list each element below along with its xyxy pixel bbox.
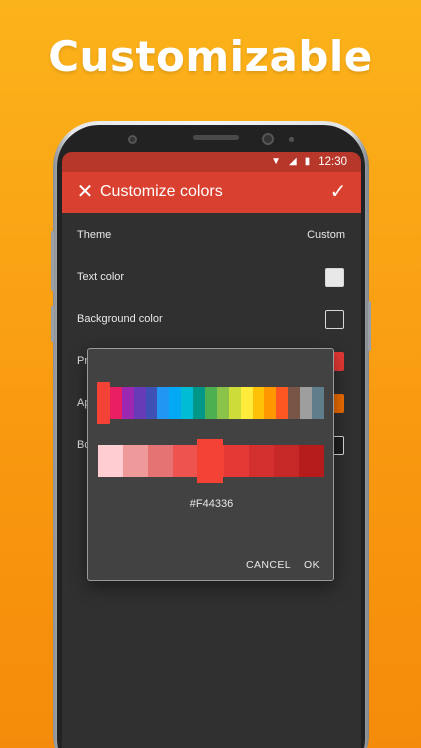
shade-swatch[interactable] bbox=[123, 445, 149, 477]
setting-label: Text color bbox=[77, 271, 125, 283]
sensor bbox=[289, 137, 294, 142]
setting-background-color[interactable]: Background color bbox=[62, 299, 361, 341]
check-icon[interactable]: ✓ bbox=[327, 180, 349, 204]
hue-swatch[interactable] bbox=[133, 387, 146, 419]
shade-swatch[interactable] bbox=[273, 445, 299, 477]
status-time: 12:30 bbox=[318, 156, 347, 168]
setting-text-color[interactable]: Text color bbox=[62, 257, 361, 299]
phone-side-button bbox=[51, 231, 54, 291]
hue-swatch[interactable] bbox=[169, 387, 182, 419]
color-swatch[interactable] bbox=[325, 268, 344, 287]
hue-swatch[interactable] bbox=[181, 387, 194, 419]
setting-label: Theme bbox=[77, 229, 112, 241]
shade-swatch[interactable] bbox=[298, 445, 324, 477]
hue-swatch[interactable] bbox=[252, 387, 265, 419]
front-camera bbox=[128, 135, 137, 144]
close-icon[interactable]: ✕ bbox=[74, 181, 96, 203]
ok-button[interactable]: OK bbox=[304, 559, 320, 571]
hue-swatch[interactable] bbox=[264, 387, 277, 419]
color-picker-dialog: #F44336 CANCEL OK bbox=[87, 348, 334, 581]
hue-swatch[interactable] bbox=[109, 387, 122, 419]
wifi-icon: ▼ bbox=[271, 156, 281, 167]
hue-palette[interactable] bbox=[98, 387, 324, 419]
hue-swatch[interactable] bbox=[205, 387, 217, 419]
hue-swatch[interactable] bbox=[240, 387, 253, 419]
hue-swatch[interactable] bbox=[228, 387, 241, 419]
hue-selector[interactable] bbox=[97, 382, 110, 424]
shade-swatch[interactable] bbox=[98, 445, 124, 477]
hue-swatch[interactable] bbox=[157, 387, 170, 419]
hue-swatch[interactable] bbox=[121, 387, 134, 419]
status-bar: ▼ ◢ ▮ 12:30 bbox=[62, 152, 361, 172]
front-camera bbox=[262, 133, 274, 145]
speaker-grille bbox=[193, 135, 239, 140]
hue-swatch[interactable] bbox=[276, 387, 289, 419]
phone-power-button bbox=[368, 301, 371, 351]
phone-side-button bbox=[51, 306, 54, 342]
battery-icon: ▮ bbox=[304, 156, 311, 167]
shade-swatch[interactable] bbox=[248, 445, 274, 477]
hue-swatch[interactable] bbox=[288, 387, 301, 419]
headline: Customizable bbox=[48, 32, 373, 81]
hex-value: #F44336 bbox=[189, 498, 234, 510]
toolbar-title: Customize colors bbox=[100, 183, 223, 200]
hue-swatch[interactable] bbox=[216, 387, 229, 419]
setting-theme[interactable]: Theme Custom bbox=[62, 215, 361, 257]
cancel-button[interactable]: CANCEL bbox=[246, 559, 291, 571]
hue-swatch[interactable] bbox=[145, 387, 158, 419]
shade-swatch[interactable] bbox=[223, 445, 249, 477]
toolbar: ✕ Customize colors ✓ bbox=[62, 172, 361, 213]
hue-swatch[interactable] bbox=[193, 387, 206, 419]
setting-label: Background color bbox=[77, 313, 163, 325]
shade-swatch[interactable] bbox=[173, 445, 199, 477]
hue-swatch[interactable] bbox=[312, 387, 324, 419]
signal-icon: ◢ bbox=[289, 156, 297, 167]
shade-selector[interactable] bbox=[197, 439, 223, 483]
shade-swatch[interactable] bbox=[148, 445, 174, 477]
setting-value: Custom bbox=[307, 229, 345, 241]
hue-swatch[interactable] bbox=[300, 387, 313, 419]
color-swatch[interactable] bbox=[325, 310, 344, 329]
